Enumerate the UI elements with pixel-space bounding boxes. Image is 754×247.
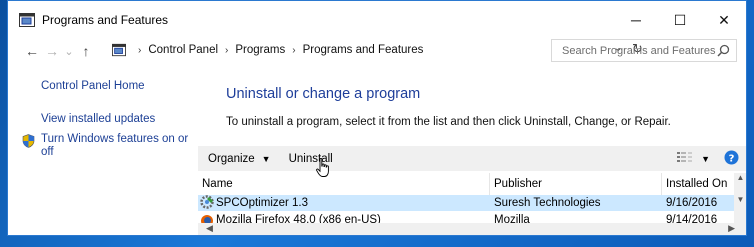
scroll-down-icon[interactable]: ▼ — [734, 195, 746, 207]
column-header-installed-on[interactable]: Installed On — [662, 173, 734, 195]
scroll-up-icon[interactable]: ▲ — [734, 173, 746, 185]
turn-windows-features-link[interactable]: Turn Windows features on or off — [41, 133, 191, 159]
breadcrumb-separator: › — [292, 44, 296, 56]
toolbar-right: ▼ ? — [677, 146, 746, 171]
minimize-button[interactable]: ─ — [614, 1, 658, 39]
help-icon[interactable]: ? — [724, 150, 739, 168]
view-dropdown-button[interactable]: ▼ — [701, 154, 710, 164]
forward-button[interactable]: → — [42, 43, 62, 59]
row-installed-cell: 9/16/2016 — [666, 197, 718, 209]
horizontal-scrollbar[interactable]: ◀ ▶ — [198, 223, 746, 235]
recent-locations-button[interactable]: ⌄ — [62, 45, 76, 58]
window-controls: ─ ☐ ✕ — [614, 1, 746, 39]
command-toolbar: Organize ▼ Uninstall ▼ ? — [198, 146, 746, 171]
breadcrumb-item-programs-and-features[interactable]: Programs and Features — [303, 44, 424, 56]
chevron-down-icon: ▼ — [261, 153, 271, 164]
programs-and-features-window: Programs and Features ─ ☐ ✕ ← → ⌄ ↑ › Co… — [7, 0, 747, 236]
close-button[interactable]: ✕ — [702, 1, 746, 39]
breadcrumb-item-programs[interactable]: Programs — [235, 44, 285, 56]
table-row[interactable]: SPCOptimizer 1.3 Suresh Technologies 9/1… — [198, 195, 734, 211]
control-panel-icon — [112, 43, 126, 57]
title-bar[interactable]: Programs and Features ─ ☐ ✕ — [8, 1, 746, 39]
page-title: Uninstall or change a program — [226, 86, 421, 102]
search-icon[interactable] — [717, 44, 730, 60]
address-row: ← → ⌄ ↑ › Control Panel › Programs › Pro… — [8, 39, 746, 63]
setup-program-icon — [200, 195, 214, 211]
view-installed-updates-link[interactable]: View installed updates — [41, 113, 155, 125]
row-publisher-cell: Suresh Technologies — [494, 197, 601, 209]
scroll-right-icon[interactable]: ▶ — [728, 223, 735, 234]
organize-label: Organize — [208, 152, 255, 165]
breadcrumb[interactable]: › Control Panel › Programs › Programs an… — [112, 39, 643, 61]
table-header: Name Publisher Installed On — [198, 173, 734, 195]
breadcrumb-separator: › — [225, 44, 229, 56]
row-name-cell: SPCOptimizer 1.3 — [198, 195, 490, 211]
window-title: Programs and Features — [42, 13, 169, 27]
breadcrumb-item-control-panel[interactable]: Control Panel — [148, 44, 218, 56]
program-name: SPCOptimizer 1.3 — [216, 197, 309, 209]
up-button[interactable]: ↑ — [76, 43, 96, 59]
column-header-name[interactable]: Name — [198, 173, 490, 195]
control-panel-home-link[interactable]: Control Panel Home — [41, 80, 145, 92]
vertical-scrollbar[interactable]: ▲ ▼ — [734, 173, 746, 225]
organize-menu-button[interactable]: Organize ▼ — [208, 153, 271, 165]
control-panel-icon — [19, 12, 35, 28]
breadcrumb-separator: › — [138, 44, 142, 56]
svg-text:?: ? — [729, 153, 735, 164]
maximize-button[interactable]: ☐ — [658, 1, 702, 39]
uac-shield-icon — [22, 134, 35, 151]
view-options-icon[interactable] — [677, 151, 693, 166]
search-placeholder: Search Programs and Features — [562, 44, 716, 57]
column-header-publisher[interactable]: Publisher — [490, 173, 662, 195]
left-pane: Control Panel Home View installed update… — [8, 63, 198, 235]
back-button[interactable]: ← — [22, 43, 42, 59]
search-input[interactable]: Search Programs and Features — [551, 39, 737, 62]
scroll-left-icon[interactable]: ◀ — [206, 223, 213, 234]
page-description: To uninstall a program, select it from t… — [226, 116, 671, 128]
